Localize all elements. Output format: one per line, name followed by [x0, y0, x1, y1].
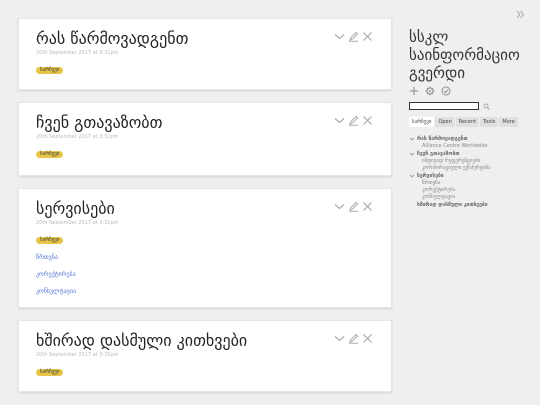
tab-tools[interactable]: Tools	[480, 117, 499, 127]
toc-subitem[interactable]: წრთვნა	[409, 180, 539, 186]
chevron-down-icon[interactable]	[334, 31, 345, 42]
toc-item[interactable]: სერვისები	[409, 173, 539, 179]
search-icon[interactable]	[483, 103, 490, 110]
toc-item[interactable]: ჩვენ გთავაზობთ	[409, 151, 539, 157]
tag-pill[interactable]: სარჩევი	[36, 237, 64, 244]
tiddler-controls	[334, 115, 373, 126]
tag-pill[interactable]: სარჩევი	[36, 67, 64, 74]
toc-subitem[interactable]: კონსულტაცია	[409, 194, 539, 200]
toc-item[interactable]: რას წარმოვადგენთ	[409, 136, 539, 142]
sidebar-collapse-button[interactable]	[516, 4, 525, 23]
tiddler: რას წარმოვადგენთ 20th September 2017 at …	[18, 18, 392, 90]
check-circle-icon[interactable]	[441, 86, 451, 96]
tag-pill[interactable]: სარჩევი	[36, 369, 64, 376]
search-row	[409, 102, 490, 110]
tiddler-subtitle: 20th September 2017 at 3:35pm	[36, 352, 119, 358]
tiddler-subtitle: 20th September 2017 at 3:31pm	[36, 220, 119, 226]
tiddler: ხშირად დასმული კითხვები 20th September 2…	[18, 320, 392, 392]
toc-subitem[interactable]: კორექტირება	[409, 187, 539, 193]
plus-icon[interactable]	[409, 86, 419, 96]
sidebar-tabs: სარჩევი Open Recent Tools More	[409, 117, 518, 127]
link-correction[interactable]: კორექტირება	[36, 271, 391, 278]
toc-item-label: ხშირად დასმული კითხვები	[417, 202, 488, 208]
tiddler-links: წრთვნა კორექტირება კონსულტაცია	[36, 254, 391, 295]
close-icon[interactable]	[362, 31, 373, 42]
tab-open[interactable]: Open	[435, 117, 455, 127]
tiddler: ჩვენ გთავაზობთ 20th September 2017 at 3:…	[18, 102, 392, 176]
toc-subitem[interactable]: კორპორაციული ექსპერტიზა	[409, 165, 539, 171]
chevron-down-icon[interactable]	[334, 201, 345, 212]
site-title: სსკლ საინფორმაციო გვერდი	[409, 28, 520, 82]
tiddler-controls	[334, 201, 373, 212]
double-chevron-right-icon	[516, 10, 525, 19]
close-icon[interactable]	[362, 115, 373, 126]
tiddler-controls	[334, 31, 373, 42]
edit-pencil-icon[interactable]	[348, 31, 359, 42]
toc-item-label: სერვისები	[417, 173, 444, 179]
tiddler: სერვისები 20th September 2017 at 3:31pm …	[18, 188, 392, 308]
gear-icon[interactable]	[425, 86, 435, 96]
toc-item-label: ჩვენ გთავაზობთ	[417, 151, 460, 157]
toc-subitem[interactable]: Alliance Centre Worldwide	[409, 143, 539, 149]
tab-recent[interactable]: Recent	[455, 117, 480, 127]
tag-pill[interactable]: სარჩევი	[36, 151, 64, 158]
close-icon[interactable]	[362, 201, 373, 212]
toc-subitem[interactable]: ინდივიდ რეფერენციები	[409, 158, 539, 164]
link-training[interactable]: წრთვნა	[36, 254, 391, 261]
chevron-down-icon[interactable]	[334, 115, 345, 126]
edit-pencil-icon[interactable]	[348, 333, 359, 344]
table-of-contents: რას წარმოვადგენთ Alliance Centre Worldwi…	[409, 134, 539, 208]
link-consultation[interactable]: კონსულტაცია	[36, 288, 391, 295]
chevron-down-icon[interactable]	[409, 151, 415, 157]
close-icon[interactable]	[362, 333, 373, 344]
page-tools	[409, 86, 451, 96]
chevron-down-icon[interactable]	[409, 136, 415, 142]
tiddler-controls	[334, 333, 373, 344]
tiddler-subtitle: 20th September 2017 at 3:32pm	[36, 134, 119, 140]
chevron-down-icon[interactable]	[409, 173, 415, 179]
toc-item[interactable]: ხშირად დასმული კითხვები	[409, 202, 539, 208]
tiddler-subtitle: 20th September 2017 at 3:32pm	[36, 50, 119, 56]
tab-more[interactable]: More	[499, 117, 518, 127]
search-input[interactable]	[409, 102, 479, 110]
edit-pencil-icon[interactable]	[348, 115, 359, 126]
tab-contents[interactable]: სარჩევი	[409, 117, 435, 127]
edit-pencil-icon[interactable]	[348, 201, 359, 212]
chevron-down-icon[interactable]	[334, 333, 345, 344]
toc-item-label: რას წარმოვადგენთ	[417, 136, 468, 142]
